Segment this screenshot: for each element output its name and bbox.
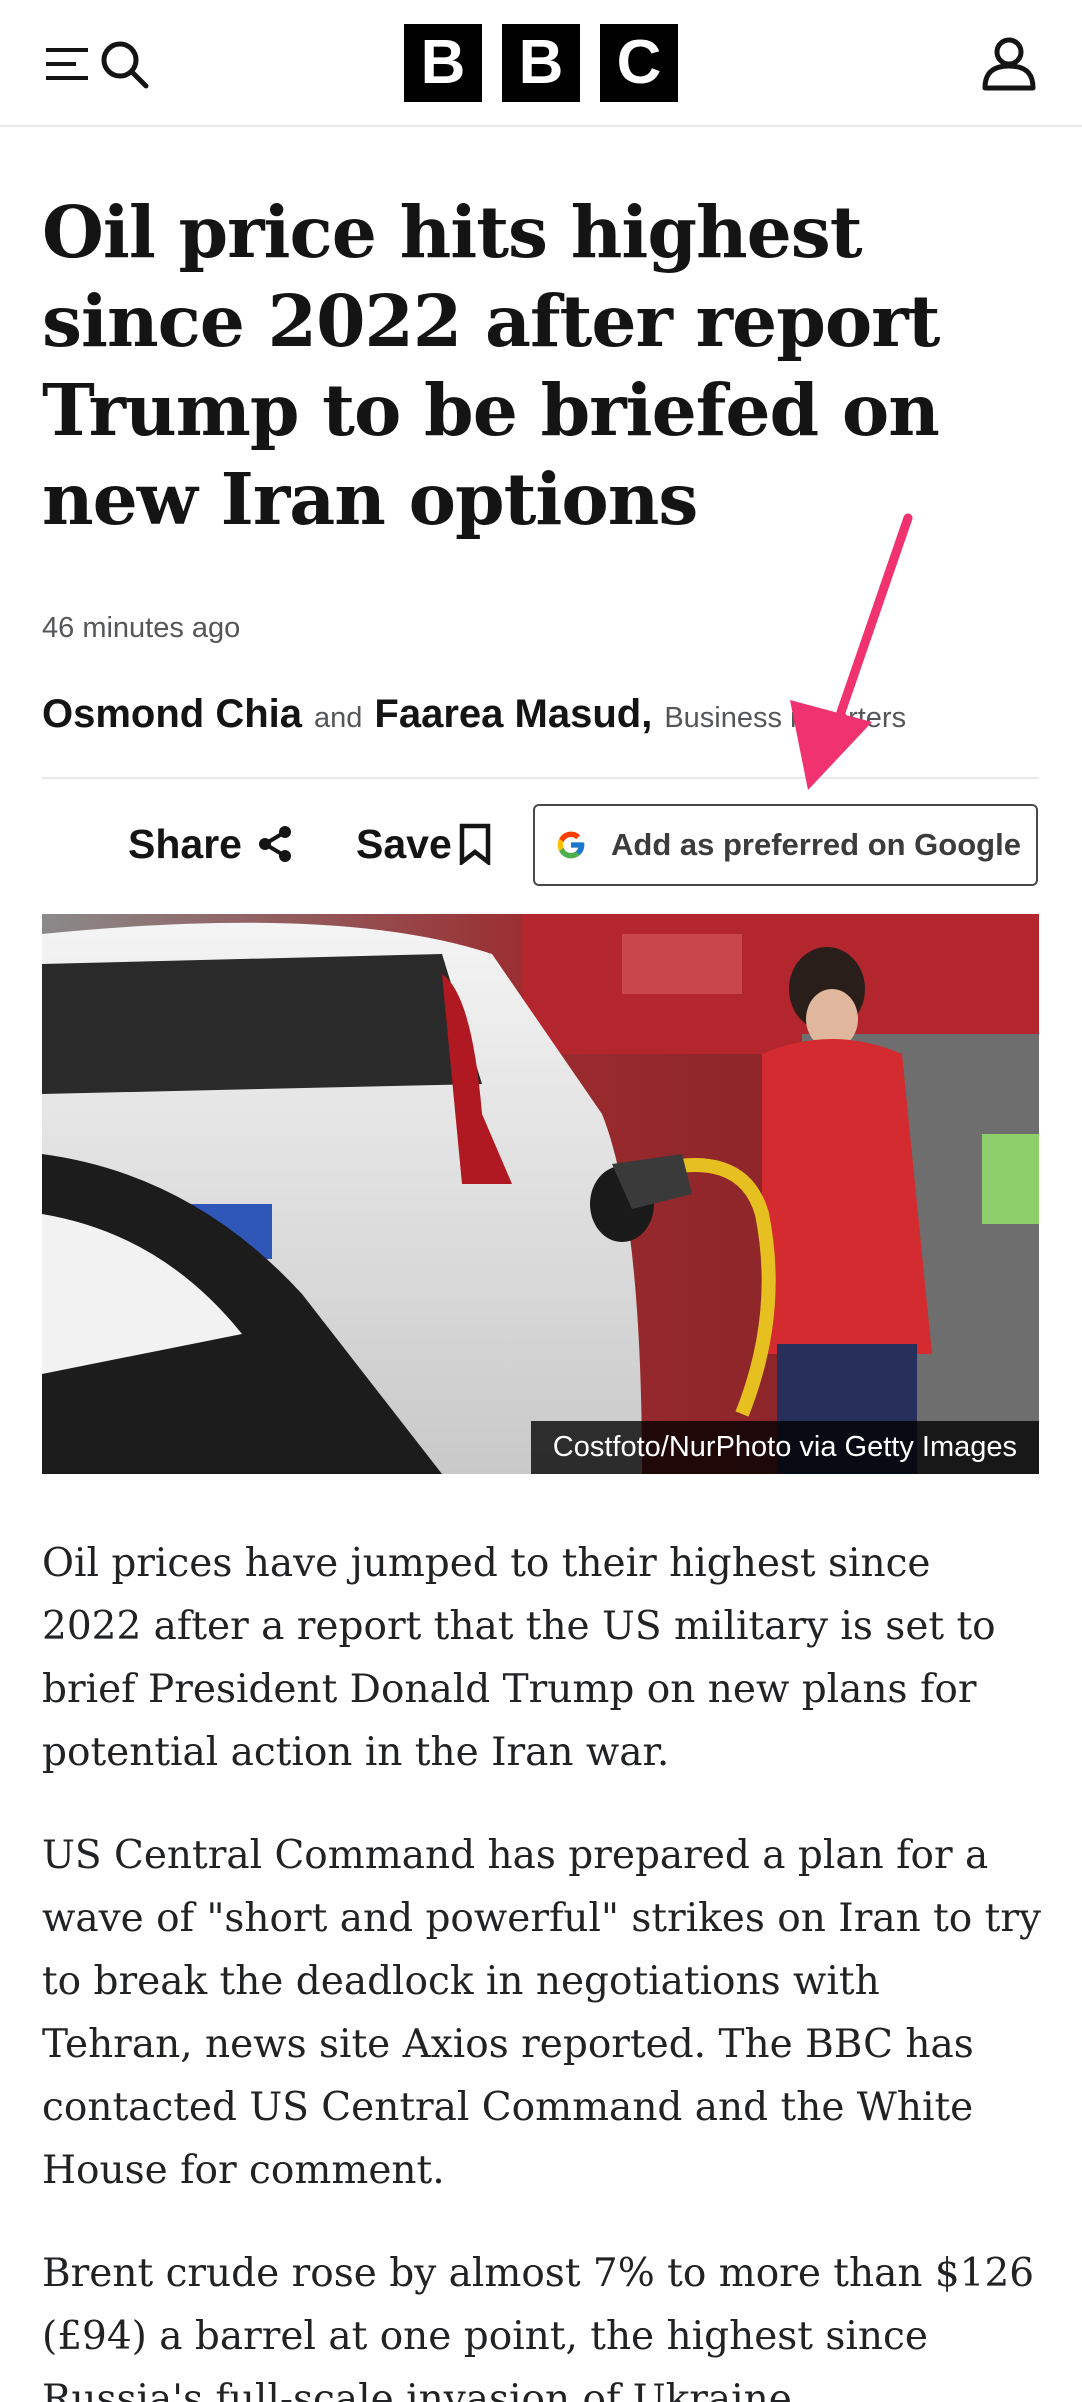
article-timestamp: 46 minutes ago — [42, 612, 241, 644]
article-headline: Oil price hits highest since 2022 after … — [42, 190, 940, 541]
logo-letter: C — [600, 24, 678, 102]
search-icon — [101, 41, 149, 89]
google-g-icon — [557, 831, 585, 859]
logo-letter: B — [404, 24, 482, 102]
share-label: Share — [128, 820, 242, 867]
petrol-station-photo — [42, 914, 1039, 1474]
add-preferred-google-button[interactable]: Add as preferred on Google — [533, 804, 1038, 886]
logo-letter: B — [502, 24, 580, 102]
site-header: B B C — [0, 0, 1082, 127]
account-icon[interactable] — [980, 34, 1038, 92]
byline-conjunction: and — [314, 702, 363, 734]
author-name: Faarea Masud, — [374, 692, 653, 736]
bookmark-icon — [459, 823, 491, 865]
menu-search-button[interactable] — [44, 36, 154, 92]
byline: Osmond Chia and Faarea Masud, Business r… — [42, 692, 906, 737]
bbc-logo[interactable]: B B C — [404, 24, 678, 102]
article-body: Oil prices have jumped to their highest … — [42, 1532, 1042, 2402]
save-button[interactable]: Save — [356, 812, 492, 876]
menu-icon — [46, 48, 88, 80]
article-image: Costfoto/NurPhoto via Getty Images — [42, 914, 1039, 1474]
share-button[interactable]: Share — [128, 812, 294, 876]
paragraph: US Central Command has prepared a plan f… — [42, 1833, 1041, 2193]
paragraph: Brent crude rose by almost 7% to more th… — [42, 2251, 1035, 2402]
google-button-label: Add as preferred on Google — [611, 827, 1021, 862]
image-caption: Costfoto/NurPhoto via Getty Images — [530, 1421, 1039, 1474]
share-icon — [258, 826, 291, 862]
author-name: Osmond Chia — [42, 692, 303, 736]
save-label: Save — [356, 820, 452, 867]
paragraph: Oil prices have jumped to their highest … — [42, 1541, 996, 1775]
annotation-arrow — [790, 513, 913, 790]
